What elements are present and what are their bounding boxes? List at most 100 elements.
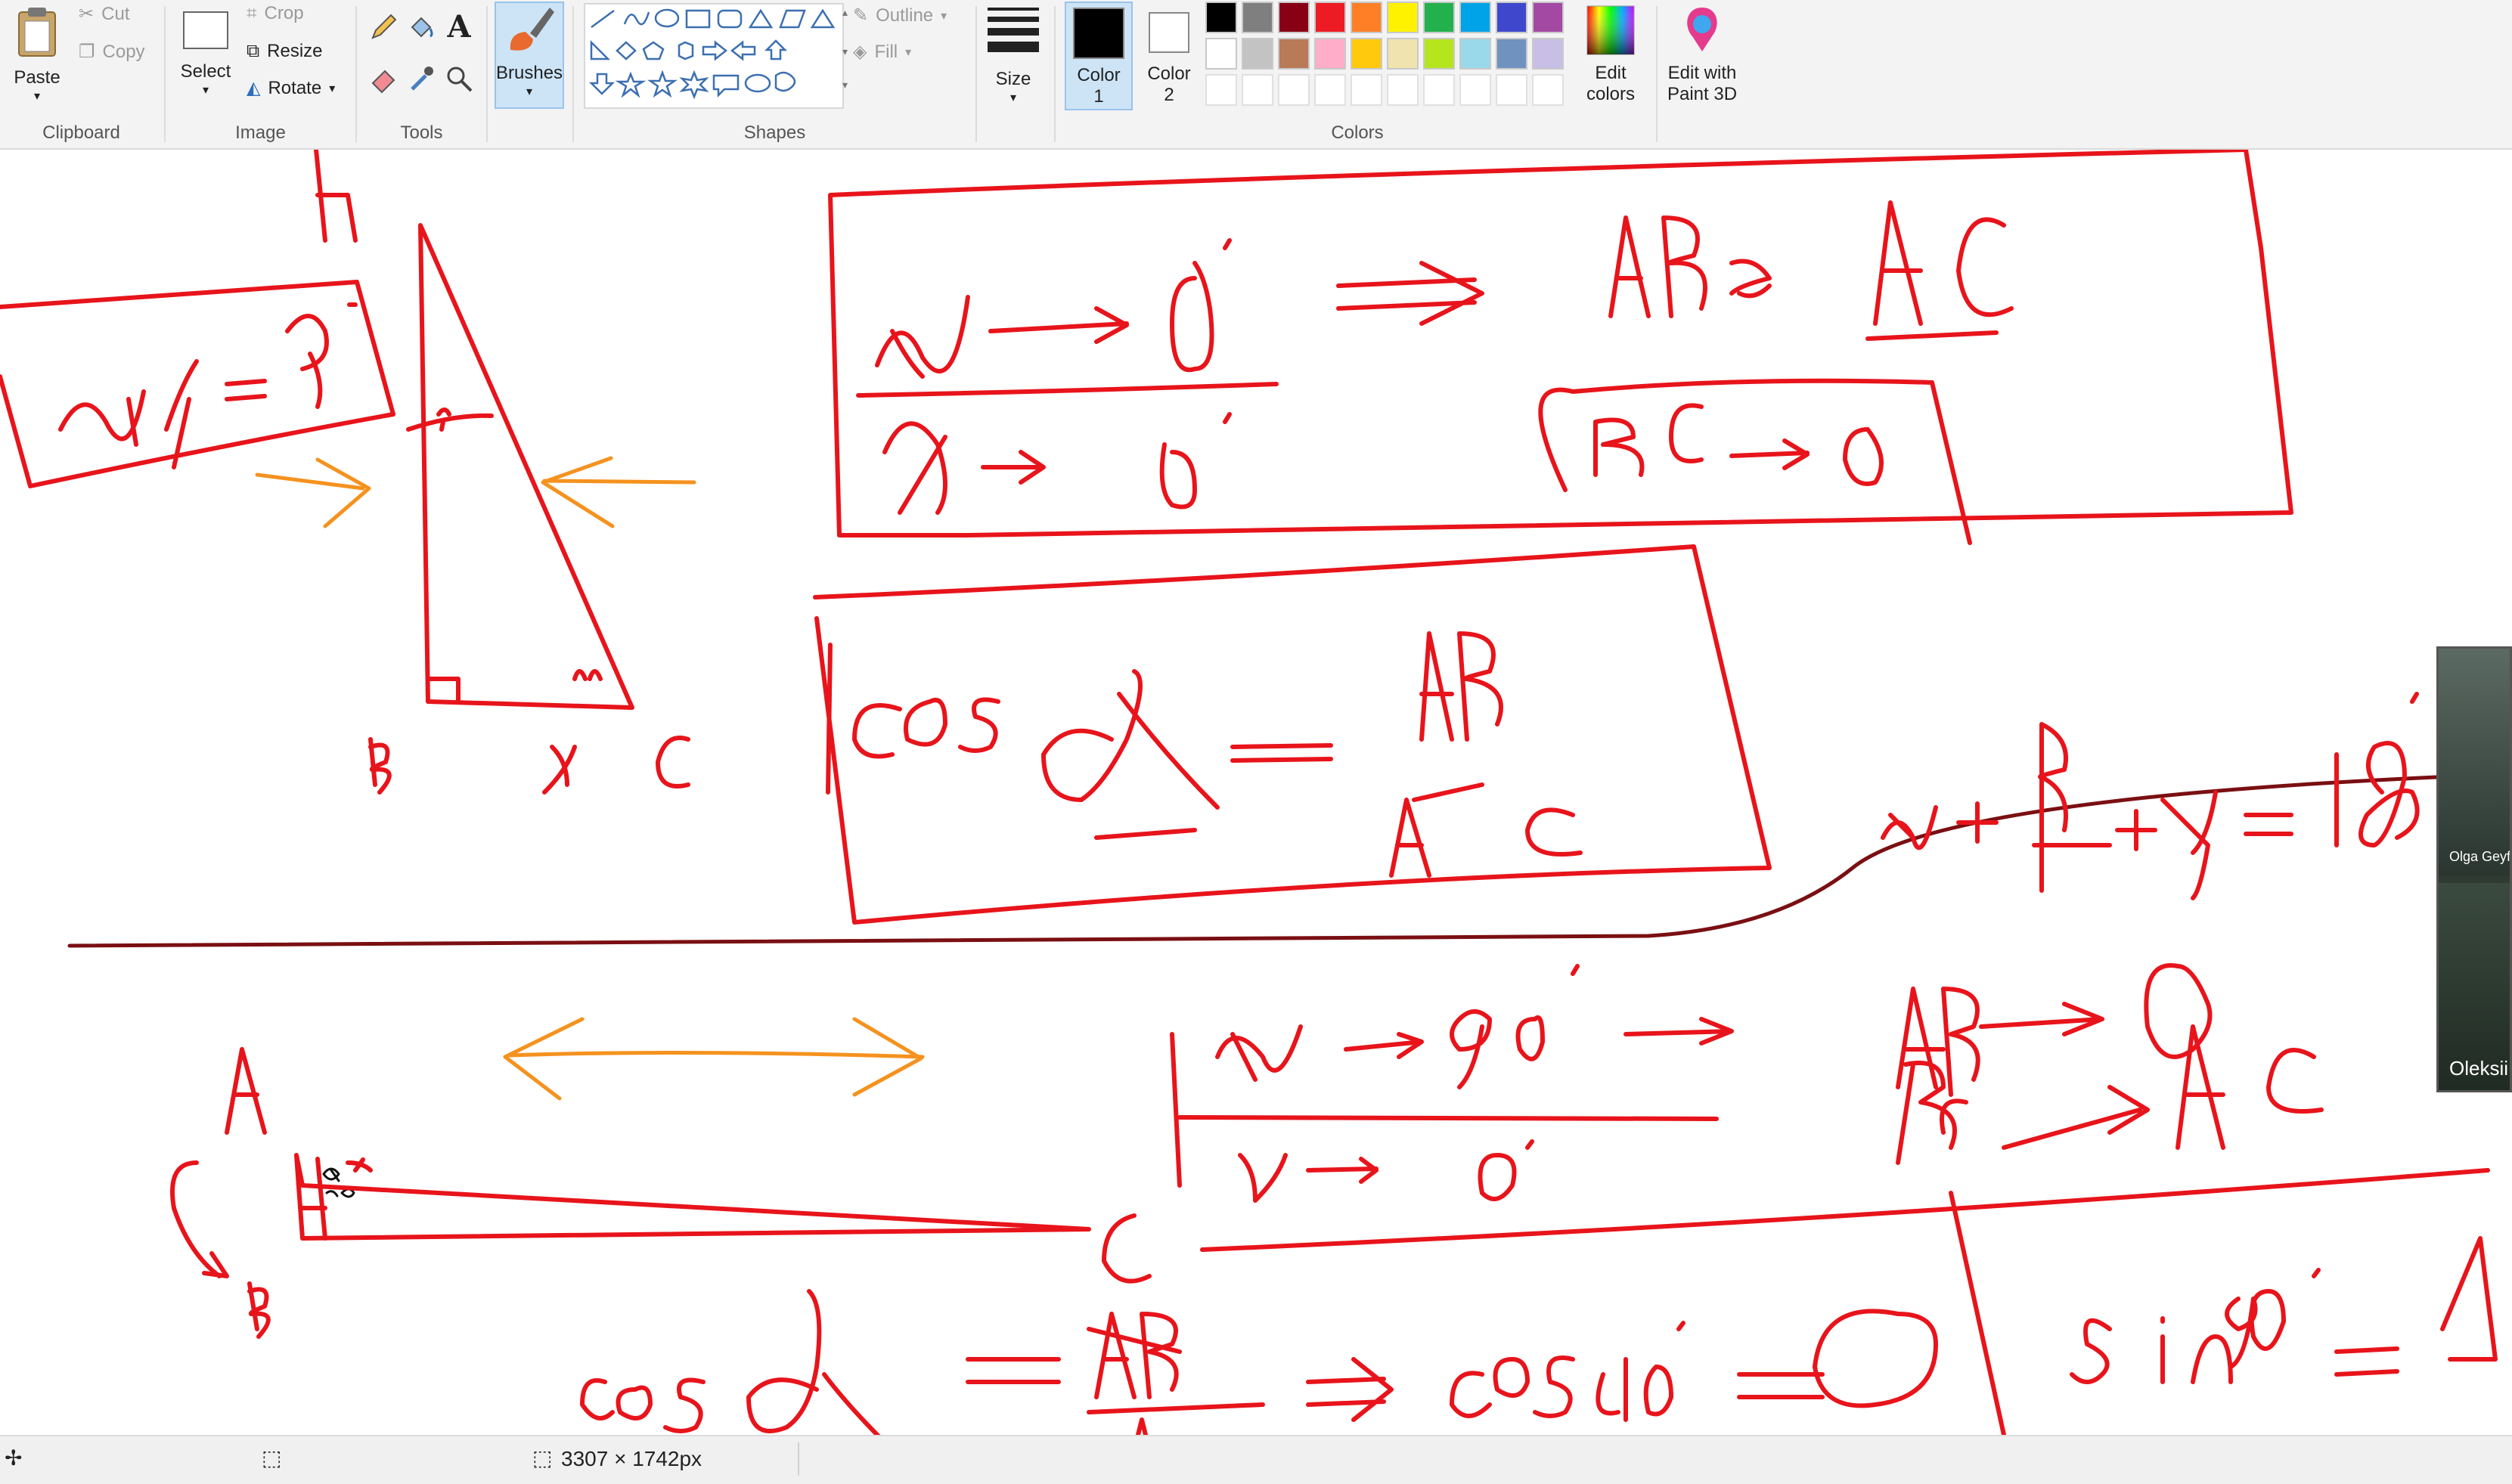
- handwritten-math-drawing[interactable]: [0, 150, 2512, 1435]
- colors-group-label: Colors: [1331, 122, 1384, 143]
- palette-swatch[interactable]: [1423, 38, 1455, 70]
- gallery-scroll-down-icon[interactable]: ▾: [842, 45, 848, 58]
- gallery-scroll-up-icon[interactable]: ▴: [842, 6, 848, 19]
- custom-color-slot[interactable]: [1459, 74, 1491, 106]
- chevron-down-icon: ▾: [33, 90, 41, 103]
- palette-swatch[interactable]: [1351, 2, 1382, 33]
- clipboard-group: Paste ▾ ✂ Cut ❐ Copy Clipboard: [0, 0, 163, 148]
- eraser-tool[interactable]: [367, 64, 400, 97]
- custom-color-slot[interactable]: [1532, 74, 1564, 106]
- edit-colors-button[interactable]: Edit colors: [1579, 3, 1642, 105]
- select-button[interactable]: Select ▾: [177, 8, 234, 98]
- rotate-button[interactable]: ◭ Rotate ▾: [247, 77, 335, 99]
- palette-swatch[interactable]: [1205, 2, 1237, 33]
- tools-group: A Tools: [359, 0, 484, 148]
- resize-icon: ⧉: [247, 41, 260, 61]
- color2-number: 2: [1164, 85, 1174, 105]
- color2-label: Color: [1147, 64, 1191, 84]
- palette-swatch[interactable]: [1351, 38, 1382, 70]
- divider: [975, 6, 977, 142]
- resize-button[interactable]: ⧉ Resize: [247, 41, 323, 62]
- paint3d-line2: Paint 3D: [1667, 84, 1738, 104]
- magnifier-tool[interactable]: [442, 64, 476, 97]
- paint3d-line1: Edit with: [1667, 63, 1737, 83]
- resize-label: Resize: [267, 41, 323, 61]
- participant-name: Oleksii: [2449, 1057, 2509, 1080]
- gallery-expand-icon[interactable]: ▾: [842, 79, 848, 91]
- color1-swatch: [1073, 8, 1124, 59]
- fill-tool[interactable]: [405, 12, 438, 45]
- magnifier-icon: [447, 67, 473, 92]
- shapes-group-label: Shapes: [743, 122, 806, 143]
- cut-button[interactable]: ✂ Cut: [79, 3, 129, 25]
- shapes-gallery[interactable]: [584, 3, 844, 109]
- edit-with-paint3d-button[interactable]: Edit with Paint 3D: [1661, 3, 1744, 105]
- custom-color-slot[interactable]: [1205, 74, 1237, 106]
- color-picker-tool[interactable]: [405, 64, 438, 97]
- divider: [355, 6, 357, 142]
- custom-color-slot[interactable]: [1278, 74, 1310, 106]
- edit-colors-line1: Edit: [1595, 63, 1627, 83]
- palette-swatch[interactable]: [1278, 38, 1310, 70]
- chevron-down-icon: ▾: [905, 45, 912, 59]
- selection-size-icon: ⬚: [262, 1446, 282, 1470]
- custom-color-slot[interactable]: [1496, 74, 1527, 106]
- palette-swatch[interactable]: [1242, 38, 1273, 70]
- brushes-button[interactable]: Brushes ▾: [495, 2, 564, 109]
- divider: [572, 6, 574, 142]
- color2-button[interactable]: Color 2: [1137, 2, 1201, 110]
- palette-swatch[interactable]: [1242, 2, 1273, 33]
- palette-swatch[interactable]: [1423, 2, 1455, 33]
- paste-button[interactable]: Paste ▾: [11, 5, 64, 104]
- outline-button[interactable]: ✎ Outline ▾: [853, 5, 947, 26]
- palette-swatch[interactable]: [1532, 2, 1564, 33]
- size-label: Size: [995, 69, 1031, 89]
- custom-color-slot[interactable]: [1351, 74, 1382, 106]
- crop-button[interactable]: ⌗ Crop: [247, 3, 304, 24]
- cut-label: Cut: [101, 3, 130, 24]
- palette-swatch[interactable]: [1278, 2, 1310, 33]
- palette-swatch[interactable]: [1387, 38, 1419, 70]
- palette-swatch[interactable]: [1496, 2, 1527, 33]
- outline-pen-icon: ✎: [853, 5, 869, 26]
- eraser-icon: [371, 70, 395, 94]
- palette-swatch[interactable]: [1314, 38, 1346, 70]
- custom-color-slot[interactable]: [1314, 74, 1346, 106]
- palette-swatch[interactable]: [1459, 2, 1491, 33]
- divider: [798, 1442, 799, 1476]
- palette-swatch[interactable]: [1314, 2, 1346, 33]
- custom-color-slot[interactable]: [1242, 74, 1273, 106]
- palette-swatch[interactable]: [1496, 38, 1527, 70]
- paint-bucket-icon: [411, 17, 433, 38]
- video-call-panel[interactable]: Olga Geyf Oleksii: [2436, 646, 2512, 1092]
- divider: [1656, 6, 1658, 142]
- fill-button[interactable]: ◈ Fill ▾: [853, 41, 911, 63]
- eyedropper-icon: [411, 67, 433, 91]
- paste-label: Paste: [14, 67, 60, 88]
- cursor-position-icon: ✢: [5, 1446, 23, 1470]
- copy-button[interactable]: ❐ Copy: [79, 41, 145, 63]
- outline-label: Outline: [876, 5, 934, 26]
- palette-swatch[interactable]: [1387, 2, 1419, 33]
- color-spectrum-icon: [1586, 5, 1635, 55]
- palette-swatch[interactable]: [1205, 38, 1237, 70]
- palette-swatch[interactable]: [1459, 38, 1491, 70]
- rotate-icon: ◭: [247, 78, 261, 98]
- size-group: Size ▾: [979, 0, 1047, 148]
- palette-swatch[interactable]: [1532, 38, 1564, 70]
- crop-icon: ⌗: [247, 3, 257, 23]
- text-tool[interactable]: A: [442, 9, 476, 45]
- size-button[interactable]: Size ▾: [982, 3, 1044, 105]
- image-group-label: Image: [235, 122, 286, 143]
- participant-name: Olga Geyf: [2449, 849, 2511, 864]
- color1-button[interactable]: Color 1: [1065, 2, 1133, 110]
- pencil-tool[interactable]: [367, 12, 400, 45]
- orange-arrows: [255, 456, 925, 1101]
- pencil-icon: [371, 14, 397, 39]
- shape-outlines-icon: [588, 8, 836, 100]
- custom-color-slot[interactable]: [1387, 74, 1419, 106]
- chevron-down-icon: ▾: [941, 9, 947, 23]
- divider: [1054, 6, 1056, 142]
- custom-color-slot[interactable]: [1423, 74, 1455, 106]
- paste-icon: [18, 8, 56, 57]
